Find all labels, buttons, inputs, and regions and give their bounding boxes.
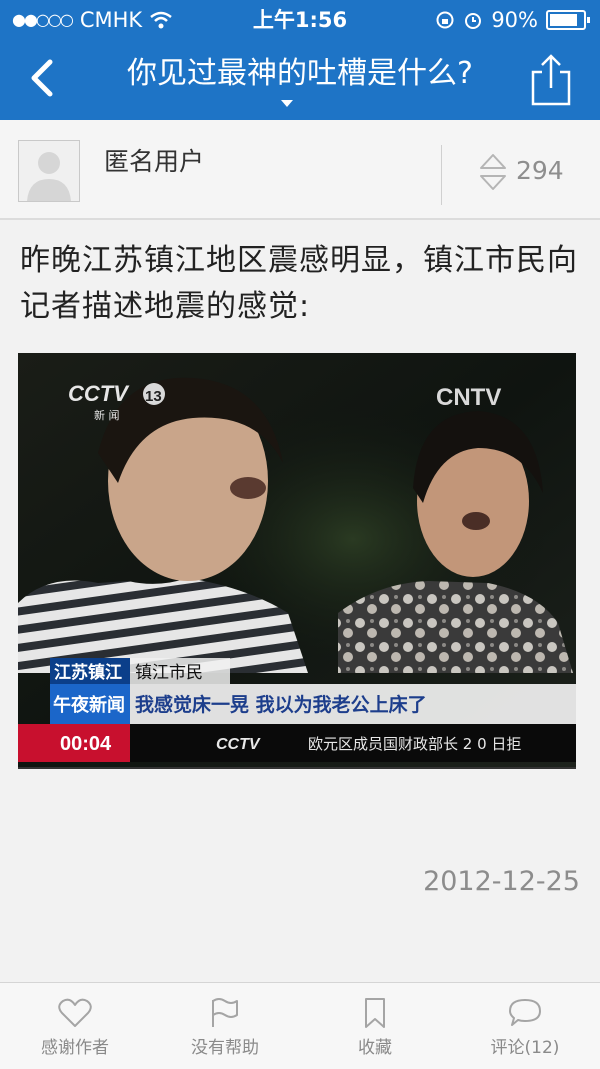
divider [441, 145, 442, 205]
rotation-lock-icon [436, 11, 454, 29]
tab-thank-author[interactable]: 感谢作者 [0, 983, 150, 1069]
author-name[interactable]: 匿名用户 [104, 142, 204, 178]
ticker-logo: CCTV [216, 736, 261, 753]
tab-label: 评论(12) [490, 1038, 560, 1058]
navigation-bar: 你见过最神的吐槽是什么? [0, 40, 600, 120]
cctv-logo: CCTV [68, 381, 130, 406]
news-screenshot[interactable]: CCTV 13 新 闻 CNTV 江苏镇江 镇江市民 午夜新闻 我感觉床一晃 我… [18, 353, 576, 769]
flag-icon [212, 998, 238, 1027]
news-subtitle: 我感觉床一晃 我以为我老公上床了 [135, 693, 427, 716]
video-timer: 00:04 [60, 733, 112, 755]
tab-favorite[interactable]: 收藏 [300, 983, 450, 1069]
battery-percent: 90% [491, 8, 538, 32]
tab-label: 感谢作者 [41, 1038, 109, 1058]
cctv-sub: 新 闻 [94, 408, 120, 422]
avatar[interactable] [18, 140, 80, 202]
heart-icon [58, 998, 92, 1027]
vote-arrows-icon[interactable] [478, 152, 508, 192]
battery-icon [546, 10, 590, 30]
alarm-icon [465, 13, 482, 29]
answer-text: 昨晚江苏镇江地区震感明显，镇江市民向记者描述地震的感觉: [20, 243, 578, 324]
status-bar: ●●○○○ CMHK 上午1:56 90% [0, 0, 600, 40]
tab-label: 收藏 [358, 1038, 392, 1058]
comment-icon [509, 999, 541, 1026]
speaker-tag: 镇江市民 [135, 663, 203, 683]
news-screenshot-art: CCTV 13 新 闻 CNTV 江苏镇江 镇江市民 午夜新闻 我感觉床一晃 我… [18, 353, 576, 767]
bookmark-icon [365, 998, 385, 1028]
author-row: 匿名用户 294 [0, 120, 600, 220]
share-icon[interactable] [528, 52, 574, 108]
answer-date: 2012-12-25 [423, 866, 580, 897]
user-silhouette-icon [27, 152, 71, 201]
news-ticker: 欧元区成员国财政部长 2 0 日拒 [308, 735, 521, 753]
place-tag: 江苏镇江 [54, 662, 122, 683]
vote-count: 294 [516, 156, 564, 185]
bottom-tab-bar: 感谢作者 没有帮助 收藏 评论(12) [0, 982, 600, 1069]
program-tag: 午夜新闻 [53, 694, 125, 716]
tab-comments[interactable]: 评论(12) [450, 983, 600, 1069]
tab-label: 没有帮助 [191, 1038, 259, 1058]
top-bar: ●●○○○ CMHK 上午1:56 90% 你见过最神的吐槽是什么? [0, 0, 600, 120]
cctv-channel: 13 [145, 388, 162, 405]
page-title[interactable]: 你见过最神的吐槽是什么? [70, 54, 530, 94]
back-icon[interactable] [22, 56, 62, 100]
tab-not-helpful[interactable]: 没有帮助 [150, 983, 300, 1069]
chevron-down-icon[interactable] [281, 100, 293, 107]
cntv-logo: CNTV [436, 384, 501, 411]
